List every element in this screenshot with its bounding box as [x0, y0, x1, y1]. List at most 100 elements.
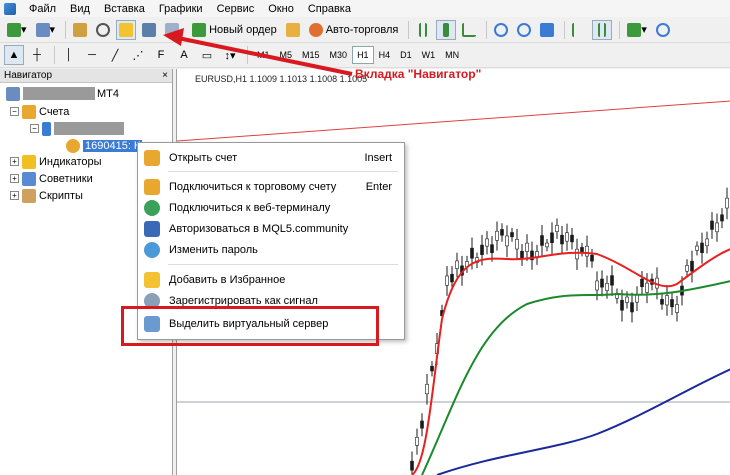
chart-shift-icon	[572, 22, 586, 37]
candle-body	[425, 383, 429, 395]
tester-button[interactable]	[162, 20, 182, 40]
timeframe-m5[interactable]: M5	[275, 46, 298, 64]
mql5-icon	[144, 220, 160, 237]
menu-add-favorites[interactable]: Добавить в Избранное	[138, 269, 404, 290]
zoom-out-icon	[517, 22, 532, 37]
tree-indicators[interactable]: + Индикаторы	[10, 154, 102, 169]
timeframe-m30[interactable]: M30	[325, 46, 353, 64]
timeframe-d1[interactable]: D1	[395, 46, 417, 64]
crosshair-button[interactable]: ┼	[27, 45, 47, 65]
bar-chart-icon	[419, 22, 428, 37]
tile-windows-button[interactable]	[537, 20, 557, 40]
menu-change-password[interactable]: Изменить пароль	[138, 239, 404, 260]
zoom-in-button[interactable]	[491, 20, 511, 40]
long-moving-average	[436, 368, 730, 475]
timeframe-mn[interactable]: MN	[440, 46, 464, 64]
autoscroll-icon	[598, 22, 607, 37]
timeframe-h4[interactable]: H4	[374, 46, 396, 64]
expand-icon[interactable]: +	[10, 191, 19, 200]
toolbar-separator	[619, 20, 621, 39]
market-watch-button[interactable]	[70, 20, 90, 40]
accounts-label: Счета	[39, 105, 70, 118]
channel-button[interactable]: ⋰	[128, 45, 148, 65]
menu-insert[interactable]: Вставка	[97, 3, 152, 15]
candle-body	[545, 242, 549, 248]
favorites-icon	[144, 271, 160, 288]
scripts-label: Скрипты	[39, 189, 83, 202]
bar-chart-button[interactable]	[413, 20, 433, 40]
expand-icon[interactable]: +	[10, 157, 19, 166]
timeframe-m1[interactable]: M1	[252, 46, 275, 64]
navigator-close-button[interactable]: ×	[162, 70, 168, 81]
menu-file[interactable]: Файл	[22, 3, 63, 15]
menu-mql5-login[interactable]: Авторизоваться в MQL5.community	[138, 218, 404, 239]
tree-root[interactable]: MT4	[6, 86, 119, 101]
collapse-icon[interactable]: −	[30, 124, 39, 133]
candle-body	[410, 460, 414, 471]
terminal-button[interactable]	[139, 20, 159, 40]
candle-body	[420, 420, 424, 429]
new-chart-button[interactable]: ▾	[4, 20, 30, 40]
menu-tools[interactable]: Сервис	[210, 3, 262, 15]
candle-body	[690, 260, 694, 272]
candles-group	[410, 187, 729, 475]
metaeditor-button[interactable]	[283, 20, 303, 40]
chart-shift-button[interactable]	[569, 20, 589, 40]
accounts-icon	[22, 104, 36, 119]
fibonacci-button[interactable]: F	[151, 45, 171, 65]
candle-body	[495, 230, 499, 241]
toolbar-separator	[247, 46, 248, 64]
menu-charts[interactable]: Графики	[152, 3, 210, 15]
advisors-folder-icon	[22, 171, 36, 186]
line-chart-button[interactable]	[459, 20, 479, 40]
menu-view[interactable]: Вид	[63, 3, 97, 15]
profiles-button[interactable]: ▾	[33, 20, 59, 40]
candle-chart-button[interactable]	[436, 19, 457, 40]
timeframe-m15[interactable]: M15	[297, 46, 325, 64]
tree-accounts[interactable]: − Счета	[10, 104, 69, 119]
zoom-out-button[interactable]	[514, 20, 534, 40]
clock-icon	[655, 22, 670, 37]
data-window-button[interactable]	[93, 20, 113, 40]
arrows-button[interactable]: ↕▾	[220, 45, 240, 65]
candle-body	[485, 238, 489, 247]
menu-help[interactable]: Справка	[301, 3, 358, 15]
tree-selected-account[interactable]: 1690415: К	[66, 138, 143, 153]
text-button[interactable]: A	[174, 45, 194, 65]
trendline-button[interactable]: ╱	[105, 45, 125, 65]
menu-label: Открыть счет	[169, 151, 238, 164]
indicators-button[interactable]: ▾	[624, 20, 650, 40]
scripts-folder-icon	[22, 188, 36, 203]
candle-chart-icon	[443, 22, 450, 37]
tree-advisors[interactable]: + Советники	[10, 171, 93, 186]
candle-body	[480, 244, 484, 255]
auto-trading-button[interactable]: Авто-торговля	[306, 20, 402, 40]
label-button[interactable]: ▭	[197, 45, 217, 65]
candle-body	[565, 232, 569, 242]
candle-body	[660, 299, 664, 305]
autoscroll-button[interactable]	[592, 19, 613, 40]
timeframe-w1[interactable]: W1	[417, 46, 441, 64]
new-order-button[interactable]: Новый ордер	[189, 20, 280, 40]
menu-separator	[168, 171, 398, 172]
timeframe-h1[interactable]: H1	[352, 46, 374, 64]
tree-scripts[interactable]: + Скрипты	[10, 188, 83, 203]
candle-body	[720, 214, 724, 222]
line-chart-icon	[462, 22, 477, 37]
toolbar-separator	[564, 20, 566, 39]
periods-button[interactable]	[653, 20, 673, 40]
menu-connect-account[interactable]: Подключиться к торговому счету Enter	[138, 176, 404, 197]
horizontal-line-button[interactable]: ─	[82, 45, 102, 65]
cursor-button[interactable]: ▲	[4, 45, 24, 65]
menu-web-terminal[interactable]: Подключиться к веб-терминалу	[138, 197, 404, 218]
menu-open-account[interactable]: Открыть счет Insert	[138, 147, 404, 168]
navigator-header: Навигатор ×	[0, 69, 172, 83]
tree-server[interactable]: −	[30, 121, 124, 136]
expand-icon[interactable]: +	[10, 174, 19, 183]
collapse-icon[interactable]: −	[10, 107, 19, 116]
vertical-line-button[interactable]: │	[59, 45, 79, 65]
menu-window[interactable]: Окно	[261, 3, 301, 15]
market-watch-icon	[73, 22, 88, 37]
navigator-button[interactable]	[116, 19, 137, 40]
menu-label: Подключиться к торговому счету	[169, 180, 337, 193]
